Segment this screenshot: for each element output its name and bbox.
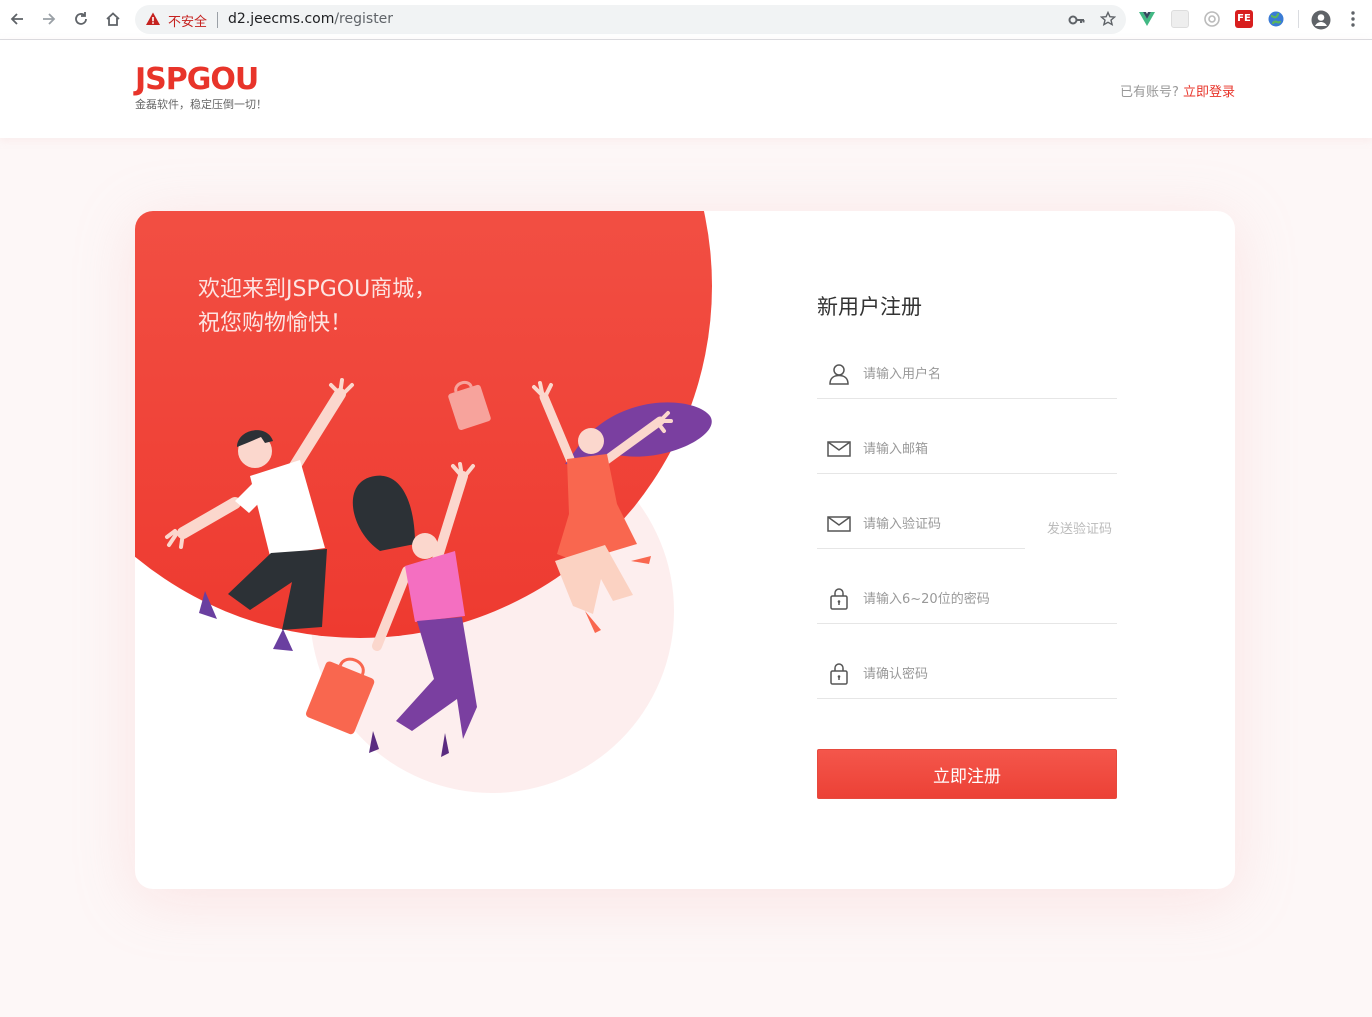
key-icon[interactable] — [1068, 12, 1086, 31]
welcome-line-2: 祝您购物愉快！ — [198, 311, 353, 336]
username-field — [817, 349, 1117, 399]
register-card: 欢迎来到JSPGOU商城， 祝您购物愉快！ 新用户注册 发送验证码 — [135, 211, 1235, 889]
login-prompt: 已有账号? 立即登录 — [1120, 81, 1235, 100]
lock-icon — [827, 588, 851, 610]
back-icon[interactable] — [6, 8, 28, 30]
confirm-password-field — [817, 649, 1117, 699]
bookmark-star-icon[interactable] — [1099, 10, 1117, 31]
register-button[interactable]: 立即注册 — [817, 749, 1117, 799]
reload-icon[interactable] — [70, 8, 92, 30]
email-field — [817, 424, 1117, 474]
extension-grid-icon[interactable] — [1171, 10, 1189, 28]
verification-code-input[interactable] — [863, 511, 1013, 537]
confirm-password-input[interactable] — [863, 661, 1103, 687]
lock-icon — [827, 663, 851, 685]
vue-devtools-icon[interactable] — [1138, 10, 1156, 28]
home-icon[interactable] — [102, 8, 124, 30]
menu-kebab-icon[interactable] — [1344, 10, 1362, 28]
warning-icon — [145, 11, 161, 31]
url-host: d2.jeecms.com — [228, 11, 335, 27]
register-form: 新用户注册 发送验证码 — [817, 211, 1117, 889]
site-header: JSPGOU 金磊软件，稳定压倒一切！ 已有账号? 立即登录 — [0, 40, 1372, 138]
have-account-text: 已有账号? — [1119, 85, 1179, 100]
omnibox-divider — [217, 12, 218, 28]
verification-code-field — [817, 499, 1025, 549]
forward-icon[interactable] — [38, 8, 60, 30]
fe-extension-icon[interactable]: FE — [1235, 10, 1253, 28]
url-path: /register — [334, 11, 394, 27]
welcome-message: 欢迎来到JSPGOU商城， 祝您购物愉快！ — [198, 273, 436, 341]
extension-camera-icon[interactable] — [1203, 10, 1221, 28]
logo-slogan: 金磊软件，稳定压倒一切！ — [135, 98, 267, 111]
url-text[interactable]: d2.jeecms.com/register — [228, 11, 393, 27]
password-input[interactable] — [863, 586, 1103, 612]
address-bar[interactable]: 不安全 d2.jeecms.com/register — [135, 5, 1126, 34]
logo-text: JSPGOU — [135, 62, 259, 97]
profile-avatar-icon[interactable] — [1311, 10, 1331, 30]
login-link[interactable]: 立即登录 — [1183, 85, 1235, 100]
user-icon — [827, 363, 851, 385]
logo[interactable]: JSPGOU 金磊软件，稳定压倒一切！ — [135, 62, 267, 112]
username-input[interactable] — [863, 361, 1103, 387]
form-title: 新用户注册 — [817, 295, 922, 319]
mail-icon — [827, 513, 851, 535]
send-code-button[interactable]: 发送验证码 — [1047, 518, 1112, 537]
email-input[interactable] — [863, 436, 1103, 462]
insecure-label[interactable]: 不安全 — [168, 11, 207, 30]
mail-icon — [827, 438, 851, 460]
browser-toolbar: 不安全 d2.jeecms.com/register FE — [0, 0, 1372, 40]
password-field — [817, 574, 1117, 624]
toolbar-divider — [1298, 10, 1299, 28]
welcome-line-1: 欢迎来到JSPGOU商城， — [198, 277, 437, 302]
globe-extension-icon[interactable] — [1267, 10, 1285, 28]
